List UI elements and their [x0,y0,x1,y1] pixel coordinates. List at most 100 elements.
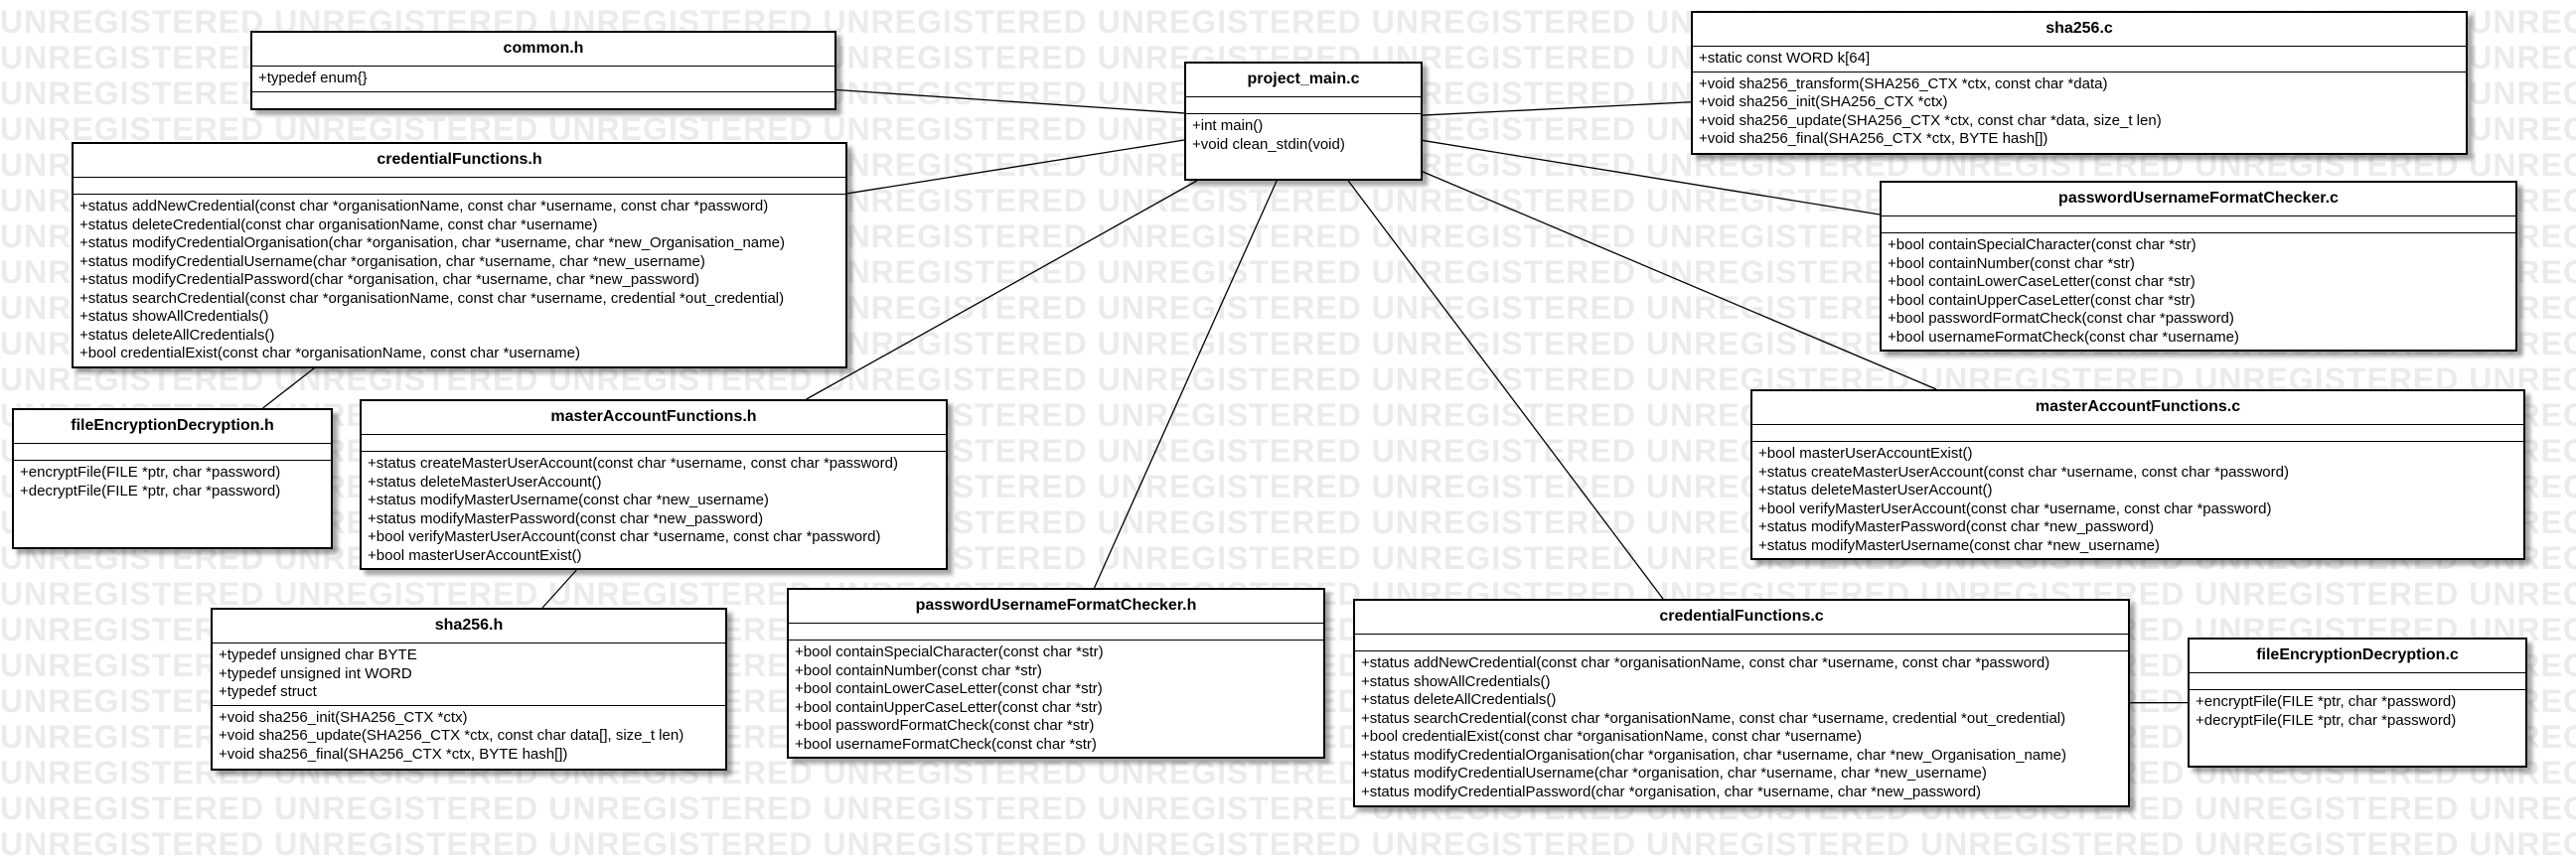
operation-row: +status deleteMasterUserAccount() [368,473,602,491]
operations-compartment: +encryptFile(FILE *ptr, char *password) +… [2190,690,2525,733]
operation-row: +status modifyMasterUsername(const char … [1758,536,2160,554]
attribute-row: +typedef enum{} [258,70,368,86]
class-sha256-c[interactable]: sha256.c +static const WORD k[64] +void sh… [1691,11,2468,155]
operation-row: +bool usernameFormatCheck(const char *us… [1888,328,2239,346]
class-name: masterAccountFunctions.c [1752,391,2523,425]
operation-row: +bool passwordFormatCheck(const char *pa… [1888,310,2234,327]
operations-compartment: +status addNewCredential(const char *org… [74,195,845,366]
operation-row: +void sha256_final(SHA256_CTX *ctx, BYTE… [219,745,568,763]
attributes-compartment: +typedef enum{} [252,67,834,92]
operation-row: +bool containUpperCaseLetter(const char … [795,698,1103,716]
operation-row: +decryptFile(FILE *ptr, char *password) [2196,711,2457,729]
class-name: passwordUsernameFormatChecker.h [789,590,1323,624]
attributes-compartment [14,444,331,461]
operation-row: +void sha256_init(SHA256_CTX *ctx) [1699,93,1948,110]
class-credentialfunctions-h[interactable]: credentialFunctions.h +status addNewCrede… [72,142,847,368]
connector-project-main-c-to-credentialfunctions-c [1347,180,1664,600]
operation-row: +bool credentialExist(const char *organi… [1361,728,1863,745]
class-passwordusernameformatchecker-h[interactable]: passwordUsernameFormatChecker.h +bool con… [787,588,1325,759]
class-credentialfunctions-c[interactable]: credentialFunctions.c +status addNewCrede… [1353,599,2130,807]
operations-compartment: +bool containSpecialCharacter(const char… [1882,233,2515,350]
class-name: project_main.c [1186,64,1421,97]
operation-row: +void clean_stdin(void) [1192,135,1345,153]
operation-row: +status addNewCredential(const char *org… [79,198,769,214]
class-passwordusernameformatchecker-c[interactable]: passwordUsernameFormatChecker.c +bool con… [1880,181,2517,352]
operation-row: +status showAllCredentials() [79,308,269,325]
operations-compartment [252,92,834,108]
operation-row: +decryptFile(FILE *ptr, char *password) [20,482,281,499]
operation-row: +bool verifyMasterUserAccount(const char… [368,528,881,545]
class-name: credentialFunctions.c [1355,601,2128,635]
operations-compartment: +status addNewCredential(const char *org… [1355,651,2128,804]
operation-row: +status searchCredential(const char *org… [79,289,785,307]
operation-row: +status deleteMasterUserAccount() [1758,482,1993,499]
class-name: credentialFunctions.h [74,144,845,178]
attribute-row: +static const WORD k[64] [1699,50,1871,67]
operation-row: +bool usernameFormatCheck(const char *st… [795,735,1097,753]
operation-row: +bool containNumber(const char *str) [795,661,1042,679]
operation-row: +status modifyCredentialUsername(char *o… [1361,765,1987,782]
operation-row: +bool verifyMasterUserAccount(const char… [1758,499,2272,517]
operation-row: +bool masterUserAccountExist() [1758,445,1973,462]
operations-compartment: +bool containSpecialCharacter(const char… [789,641,1323,757]
class-name: masterAccountFunctions.h [362,401,946,435]
operation-row: +status deleteAllCredentials() [1361,691,1557,708]
operation-row: +encryptFile(FILE *ptr, char *password) [2196,693,2457,710]
class-name: passwordUsernameFormatChecker.c [1882,183,2515,216]
class-name: fileEncryptionDecryption.c [2190,640,2525,673]
class-fileencryptiondecryption-h[interactable]: fileEncryptionDecryption.h +encryptFile(F… [12,408,333,549]
operation-row: +bool containSpecialCharacter(const char… [795,643,1104,660]
operation-row: +bool containLowerCaseLetter(const char … [1888,273,2196,290]
operation-row: +status createMasterUserAccount(const ch… [1758,463,2289,481]
operations-compartment: +status createMasterUserAccount(const ch… [362,452,946,568]
operations-compartment: +void sha256_init(SHA256_CTX *ctx) +void … [213,706,725,768]
connector-credentialfunctions-h-to-fileencryptiondecryption-h [262,366,315,409]
attributes-compartment [1355,635,2128,651]
operation-row: +void sha256_init(SHA256_CTX *ctx) [219,708,468,726]
operation-row: +bool containNumber(const char *str) [1888,254,2135,272]
class-common-h[interactable]: common.h +typedef enum{} [250,31,836,110]
operation-row: +status createMasterUserAccount(const ch… [368,455,898,472]
connector-masteraccountfunctions-h-to-sha256-h [541,569,577,609]
operations-compartment: +int main() +void clean_stdin(void) [1186,114,1421,157]
attributes-compartment [1882,216,2515,233]
operation-row: +bool credentialExist(const char *organi… [79,345,581,361]
operation-row: +status searchCredential(const char *org… [1361,709,2066,727]
operation-row: +status modifyCredentialPassword(char *o… [79,271,700,288]
operation-row: +status modifyCredentialUsername(char *o… [79,252,705,270]
attributes-compartment [2190,673,2525,690]
attributes-compartment [74,178,845,195]
operation-row: +status deleteAllCredentials() [79,326,275,344]
operation-row: +status modifyCredentialPassword(char *o… [1361,783,1982,800]
operation-row: +bool containLowerCaseLetter(const char … [795,680,1103,697]
operation-row: +void sha256_update(SHA256_CTX *ctx, con… [1699,111,2162,129]
operation-row: +bool containUpperCaseLetter(const char … [1888,291,2196,309]
operation-row: +bool masterUserAccountExist() [368,546,582,564]
class-sha256-h[interactable]: sha256.h +typedef unsigned char BYTE +type… [211,608,727,771]
connector-project-main-c-to-masteraccountfunctions-h [806,180,1198,400]
operation-row: +status modifyMasterPassword(const char … [368,509,764,527]
class-project-main-c[interactable]: project_main.c +int main() +void clean_std… [1184,62,1423,181]
attribute-row: +typedef unsigned char BYTE [219,646,417,663]
operation-row: +void sha256_final(SHA256_CTX *ctx, BYTE… [1699,130,2048,147]
class-masteraccountfunctions-c[interactable]: masterAccountFunctions.c +bool masterUser… [1750,389,2525,560]
operation-row: +bool containSpecialCharacter(const char… [1888,236,2197,253]
attribute-row: +typedef unsigned int WORD [219,664,412,682]
operation-row: +void sha256_update(SHA256_CTX *ctx, con… [219,727,684,744]
uml-class-diagram: UNREGISTERED UNREGISTERED UNREGISTERED U… [0,0,2576,856]
class-masteraccountfunctions-h[interactable]: masterAccountFunctions.h +status createMa… [360,399,948,570]
operation-row: +void sha256_transform(SHA256_CTX *ctx, … [1699,74,2108,92]
class-name: common.h [252,33,834,67]
operations-compartment: +bool masterUserAccountExist() +status cr… [1752,442,2523,558]
connector-project-main-c-to-credentialfunctions-h [846,139,1185,195]
operation-row: +status modifyMasterPassword(const char … [1758,518,2155,535]
class-name: sha256.h [213,610,725,643]
operation-row: +status modifyCredentialOrganisation(cha… [1361,746,2066,764]
attributes-compartment: +typedef unsigned char BYTE +typedef unsi… [213,643,725,706]
operation-row: +bool passwordFormatCheck(const char *st… [795,717,1095,734]
connector-project-main-c-to-sha256-c [1422,101,1692,116]
connector-project-main-c-to-passwordusernameformatchecker-h [1093,180,1278,589]
class-fileencryptiondecryption-c[interactable]: fileEncryptionDecryption.c +encryptFile(F… [2188,638,2527,768]
class-name: fileEncryptionDecryption.h [14,410,331,444]
operation-row: +status deleteCredential(const char orga… [79,215,598,233]
